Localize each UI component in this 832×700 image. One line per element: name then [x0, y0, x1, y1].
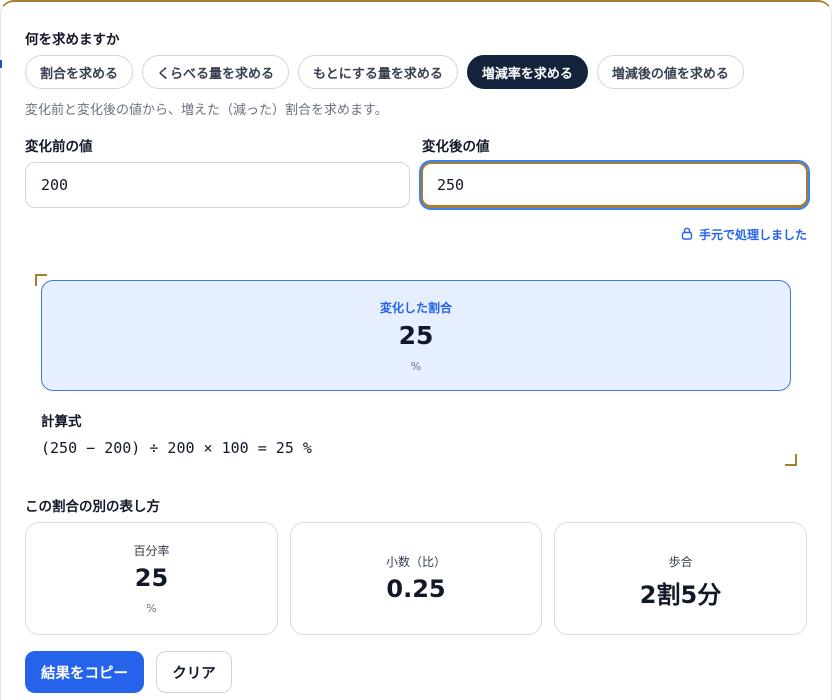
wari-value: 2割5分: [639, 581, 722, 609]
mode-change-rate-button[interactable]: 増減率を求める: [466, 55, 588, 89]
result-panel: 変化した割合 25 %: [41, 280, 791, 391]
before-value-label: 変化前の値: [25, 139, 93, 155]
result-corner-bottom-right: [785, 454, 797, 466]
mode-base-amount-button[interactable]: もとにする量を求める: [298, 55, 458, 89]
decimal-title: 小数（比）: [385, 555, 446, 569]
decimal-card: 小数（比） 0.25: [290, 522, 542, 635]
question-heading: 何を求めますか: [25, 32, 120, 48]
mode-selector: 割合を求める くらべる量を求める もとにする量を求める 増減率を求める 増減後の…: [25, 55, 744, 89]
percentage-title: 百分率: [133, 544, 170, 558]
wari-card: 歩合 2割5分: [554, 522, 807, 635]
result-title: 変化した割合: [379, 301, 452, 315]
clear-button[interactable]: クリア: [156, 651, 232, 693]
result-value: 25: [398, 321, 434, 350]
result-unit: %: [410, 360, 422, 373]
after-value-input[interactable]: 250: [421, 162, 808, 208]
formula-text: (250 − 200) ÷ 200 × 100 = 25 %: [41, 439, 312, 457]
percentage-card: 百分率 25 %: [25, 522, 278, 635]
edge-marker: [0, 60, 2, 68]
decimal-value: 0.25: [386, 575, 446, 603]
wari-title: 歩合: [668, 555, 693, 569]
mode-after-value-button[interactable]: 増減後の値を求める: [596, 55, 744, 89]
mode-compared-amount-button[interactable]: くらべる量を求める: [142, 55, 290, 89]
alternatives-heading: この割合の別の表し方: [25, 499, 160, 515]
after-value-label: 変化後の値: [422, 139, 490, 155]
before-value-input[interactable]: 200: [25, 162, 410, 208]
lock-icon: [681, 227, 693, 243]
copy-result-button[interactable]: 結果をコピー: [25, 651, 144, 693]
percentage-value: 25: [134, 564, 169, 592]
local-processing-text: 手元で処理しました: [698, 228, 807, 242]
mode-ratio-button[interactable]: 割合を求める: [25, 55, 134, 89]
mode-description: 変化前と変化後の値から、増えた（減った）割合を求めます。: [25, 103, 388, 118]
formula-label: 計算式: [41, 414, 82, 430]
percentage-unit: %: [146, 602, 157, 615]
local-processing-note: 手元で処理しました: [681, 226, 807, 243]
